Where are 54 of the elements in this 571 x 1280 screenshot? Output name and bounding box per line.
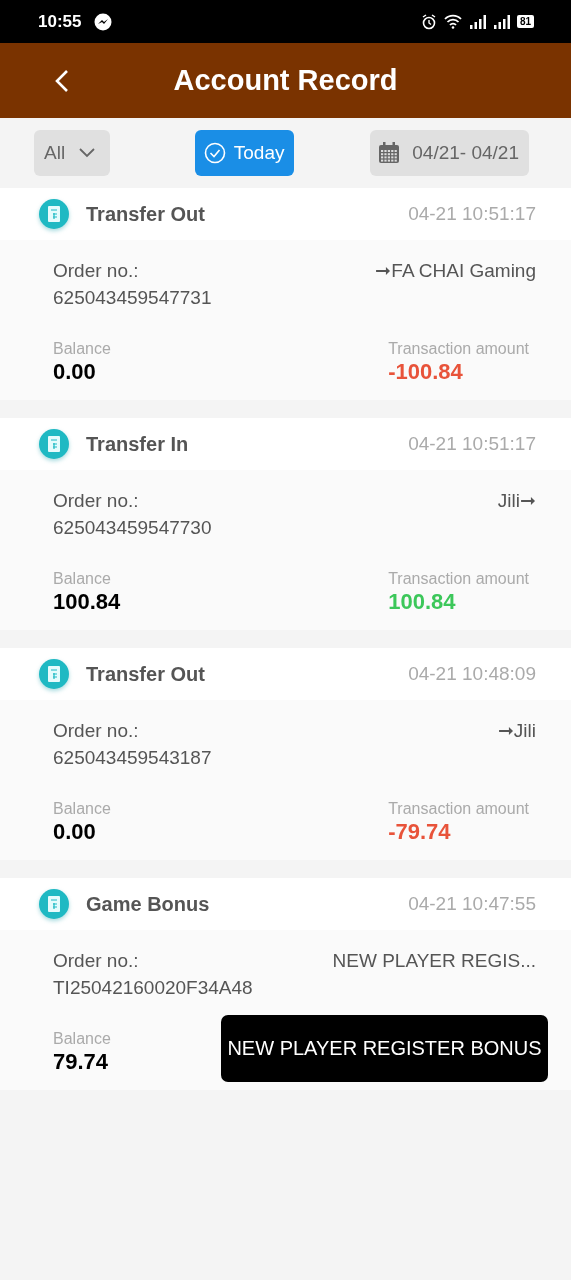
amount-label: Transaction amount — [388, 799, 529, 819]
order-number: TI25042160020F34A48 — [53, 976, 253, 1000]
transfer-target: Jili➞ — [497, 489, 536, 513]
balance-value: 0.00 — [53, 359, 97, 385]
balance-label: Balance — [53, 799, 111, 819]
back-icon — [55, 68, 69, 93]
calendar-icon — [378, 142, 401, 164]
page-title: Account Record — [172, 64, 399, 97]
alarm-icon — [420, 13, 437, 30]
record-type: Transfer Out — [86, 662, 206, 686]
check-circle-icon — [203, 142, 226, 164]
order-label: Order no.: — [53, 949, 140, 973]
toast-message: NEW PLAYER REGISTER BONUS — [221, 1015, 548, 1082]
record-time: 04-21 10:48:09 — [408, 663, 536, 685]
order-label: Order no.: — [53, 489, 140, 513]
record-time: 04-21 10:47:55 — [408, 893, 536, 915]
type-dropdown[interactable]: All — [34, 130, 110, 176]
record-type: Transfer Out — [86, 202, 206, 226]
amount-value: -100.84 — [388, 359, 464, 385]
record-time: 04-21 10:51:17 — [408, 433, 536, 455]
transfer-target: NEW PLAYER REGIS... — [332, 949, 536, 973]
receipt-icon — [38, 888, 70, 920]
record-type: Transfer In — [86, 432, 190, 456]
order-number: 625043459547730 — [53, 516, 212, 540]
amount-label: Transaction amount — [388, 569, 529, 589]
signal-icon — [492, 14, 510, 29]
balance-label: Balance — [53, 569, 112, 589]
wifi-icon — [443, 14, 462, 29]
balance-value: 100.84 — [53, 589, 121, 615]
today-button[interactable]: Today — [194, 130, 294, 176]
order-number: 625043459543187 — [53, 746, 212, 770]
transfer-target: ➞FA CHAI Gaming — [375, 259, 536, 283]
order-label: Order no.: — [53, 259, 140, 283]
receipt-icon — [38, 198, 70, 230]
record-time: 04-21 10:51:17 — [408, 203, 536, 225]
chevron-down-icon — [79, 148, 96, 158]
messenger-icon — [94, 12, 113, 31]
clock-time: 10:55 — [38, 11, 82, 32]
record-type: Game Bonus — [86, 892, 211, 916]
amount-label: Transaction amount — [388, 339, 529, 359]
transfer-target: ➞Jili — [497, 719, 536, 743]
balance-value: 0.00 — [53, 819, 97, 845]
receipt-icon — [38, 658, 70, 690]
receipt-icon — [38, 428, 70, 460]
balance-label: Balance — [53, 1029, 111, 1049]
date-range-button[interactable]: 04/21- 04/21 — [370, 130, 529, 176]
signal-icon — [468, 14, 486, 29]
amount-value: -79.74 — [388, 819, 452, 845]
order-label: Order no.: — [53, 719, 140, 743]
balance-label: Balance — [53, 339, 111, 359]
amount-value: 100.84 — [388, 589, 457, 615]
balance-value: 79.74 — [53, 1049, 110, 1075]
battery-indicator: 81 — [516, 15, 534, 28]
order-number: 625043459547731 — [53, 286, 212, 310]
